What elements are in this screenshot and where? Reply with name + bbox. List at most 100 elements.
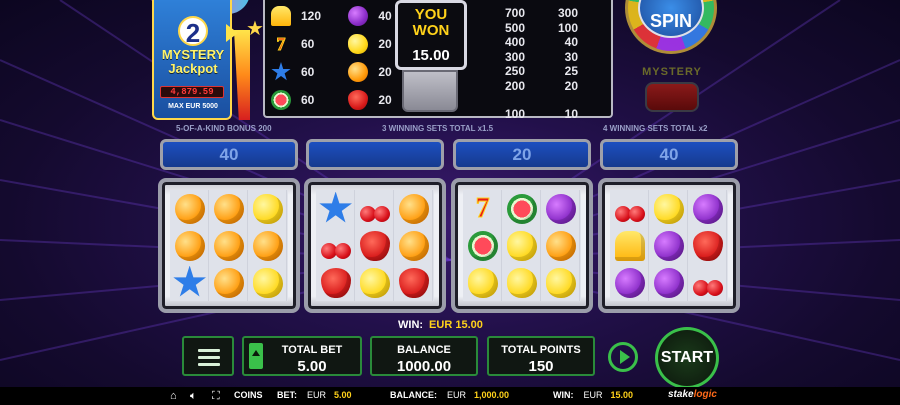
menu-icon-line (198, 363, 220, 366)
you-won-line1: YOU (414, 6, 448, 23)
paytable-row: 120 40 (271, 6, 408, 26)
straw-icon (320, 267, 351, 298)
multiplier-value: 300 (557, 6, 578, 20)
status-balance: BALANCE: EUR 1,000.00 (390, 390, 509, 400)
sound-icon[interactable]: 🔈︎ (190, 390, 197, 402)
mystery-jackpot-line1: MYSTERY (161, 47, 225, 62)
status-win-amount: 15.00 (610, 390, 634, 400)
mystery-indicator (645, 82, 699, 112)
lemon-icon (467, 267, 498, 298)
reel-grid (316, 190, 434, 301)
four-sets-label: 4 WINNING SETS TOTAL x2 (603, 124, 708, 133)
reel-cell (170, 190, 209, 227)
cherry-icon (359, 194, 390, 224)
reel-cell (502, 227, 541, 264)
home-icon[interactable]: ⌂ (170, 390, 177, 402)
reel-cell (542, 264, 581, 301)
status-bet: BET: EUR 5.00 (277, 390, 352, 400)
reel-cell (395, 264, 434, 301)
reel-cell (502, 190, 541, 227)
status-bet-amount: 5.00 (334, 390, 352, 400)
paytable-value: 60 (301, 93, 315, 107)
lemon-icon (506, 267, 537, 298)
multiplier-value: 40 (564, 35, 578, 49)
paytable-row: 60 20 (271, 90, 408, 110)
multiplier-value: 700 (504, 6, 525, 20)
reel-cell (689, 190, 728, 227)
balance-label: BALANCE (397, 344, 451, 356)
orange-icon (399, 230, 430, 261)
win-amount: EUR 15.00 (429, 319, 483, 331)
lemon-icon (359, 267, 390, 298)
mystery-jackpot-title: MYSTERY Jackpot (155, 48, 231, 76)
multiplier-value: 250 (504, 64, 525, 78)
status-balance-amount: 1,000.00 (474, 390, 510, 400)
status-win-label: WIN: (553, 390, 574, 400)
multiplier-value: 200 (504, 78, 525, 93)
reel-grid (170, 190, 288, 301)
multiplier-value: 20 (564, 78, 578, 93)
you-won-title: YOU WON (398, 7, 464, 39)
multiplier-column-a: 700 500 400 300 250 200 100 (495, 6, 525, 122)
multiplier-spacer (495, 93, 525, 107)
mystery-jackpot-line2: Jackpot (168, 61, 218, 76)
seven-icon: 7 (475, 192, 490, 224)
paytable-value: 120 (301, 9, 322, 23)
you-won-line2: WON (412, 22, 450, 39)
reel-1 (158, 178, 300, 313)
total-points-label: TOTAL POINTS (501, 344, 581, 356)
reel-cell (209, 227, 248, 264)
orange-icon (253, 230, 284, 261)
you-won-stand (402, 70, 458, 112)
replay-icon[interactable] (608, 342, 638, 372)
bell-icon (614, 230, 645, 261)
reel-cell (610, 190, 649, 227)
fullscreen-icon[interactable]: ⛶ (212, 390, 220, 402)
menu-button[interactable] (182, 336, 234, 376)
multiplier-value: 30 (564, 49, 578, 64)
reel-cell (249, 190, 288, 227)
mystery-label: MYSTERY (642, 66, 702, 78)
brand-part-a: stake (668, 389, 694, 400)
reel-cell (355, 227, 394, 264)
reel-value-bar: 40 (160, 139, 298, 170)
plum-icon (653, 267, 684, 298)
jackpot-number: 2 (178, 16, 208, 48)
reel-cell (249, 227, 288, 264)
orange-icon (174, 230, 205, 261)
paytable-row: 7 60 20 (271, 34, 408, 55)
multiplier-value: 10 (564, 107, 578, 121)
reel-grid: 7 (463, 190, 581, 301)
reel-cell: 7 (463, 190, 502, 227)
straw-icon (399, 267, 430, 298)
reel-cell (395, 227, 434, 264)
start-button[interactable]: START (655, 327, 719, 389)
reel-cell (610, 227, 649, 264)
reel-value-bar: 20 (453, 139, 591, 170)
multiplier-value: 25 (564, 64, 578, 78)
bet-up-button[interactable] (249, 343, 263, 369)
status-bet-currency: EUR (307, 390, 327, 400)
reel-cell (395, 190, 434, 227)
coins-toggle[interactable]: COINS (234, 390, 263, 400)
lemon-icon (253, 193, 284, 224)
star-icon (173, 265, 206, 297)
reel-cell (209, 264, 248, 301)
star-icon (319, 191, 352, 223)
brand-part-b: logic (693, 389, 717, 400)
star-icon: ★ (246, 18, 264, 40)
jackpot-meter (234, 30, 250, 120)
reel-value-bar (306, 139, 444, 170)
reel-cell (249, 264, 288, 301)
multiplier-value: 400 (504, 35, 525, 49)
status-balance-label: BALANCE: (390, 390, 437, 400)
jackpot-counter: 4,879.59 (160, 86, 224, 98)
total-points-box: TOTAL POINTS 150 (487, 336, 595, 376)
reel-cell (316, 227, 355, 264)
plum-icon (348, 6, 369, 26)
status-balance-currency: EUR (447, 390, 467, 400)
reel-cell (170, 264, 209, 301)
seven-icon: 7 (276, 34, 286, 55)
multiplier-value: 500 (504, 20, 525, 35)
lemon-icon (348, 34, 369, 54)
